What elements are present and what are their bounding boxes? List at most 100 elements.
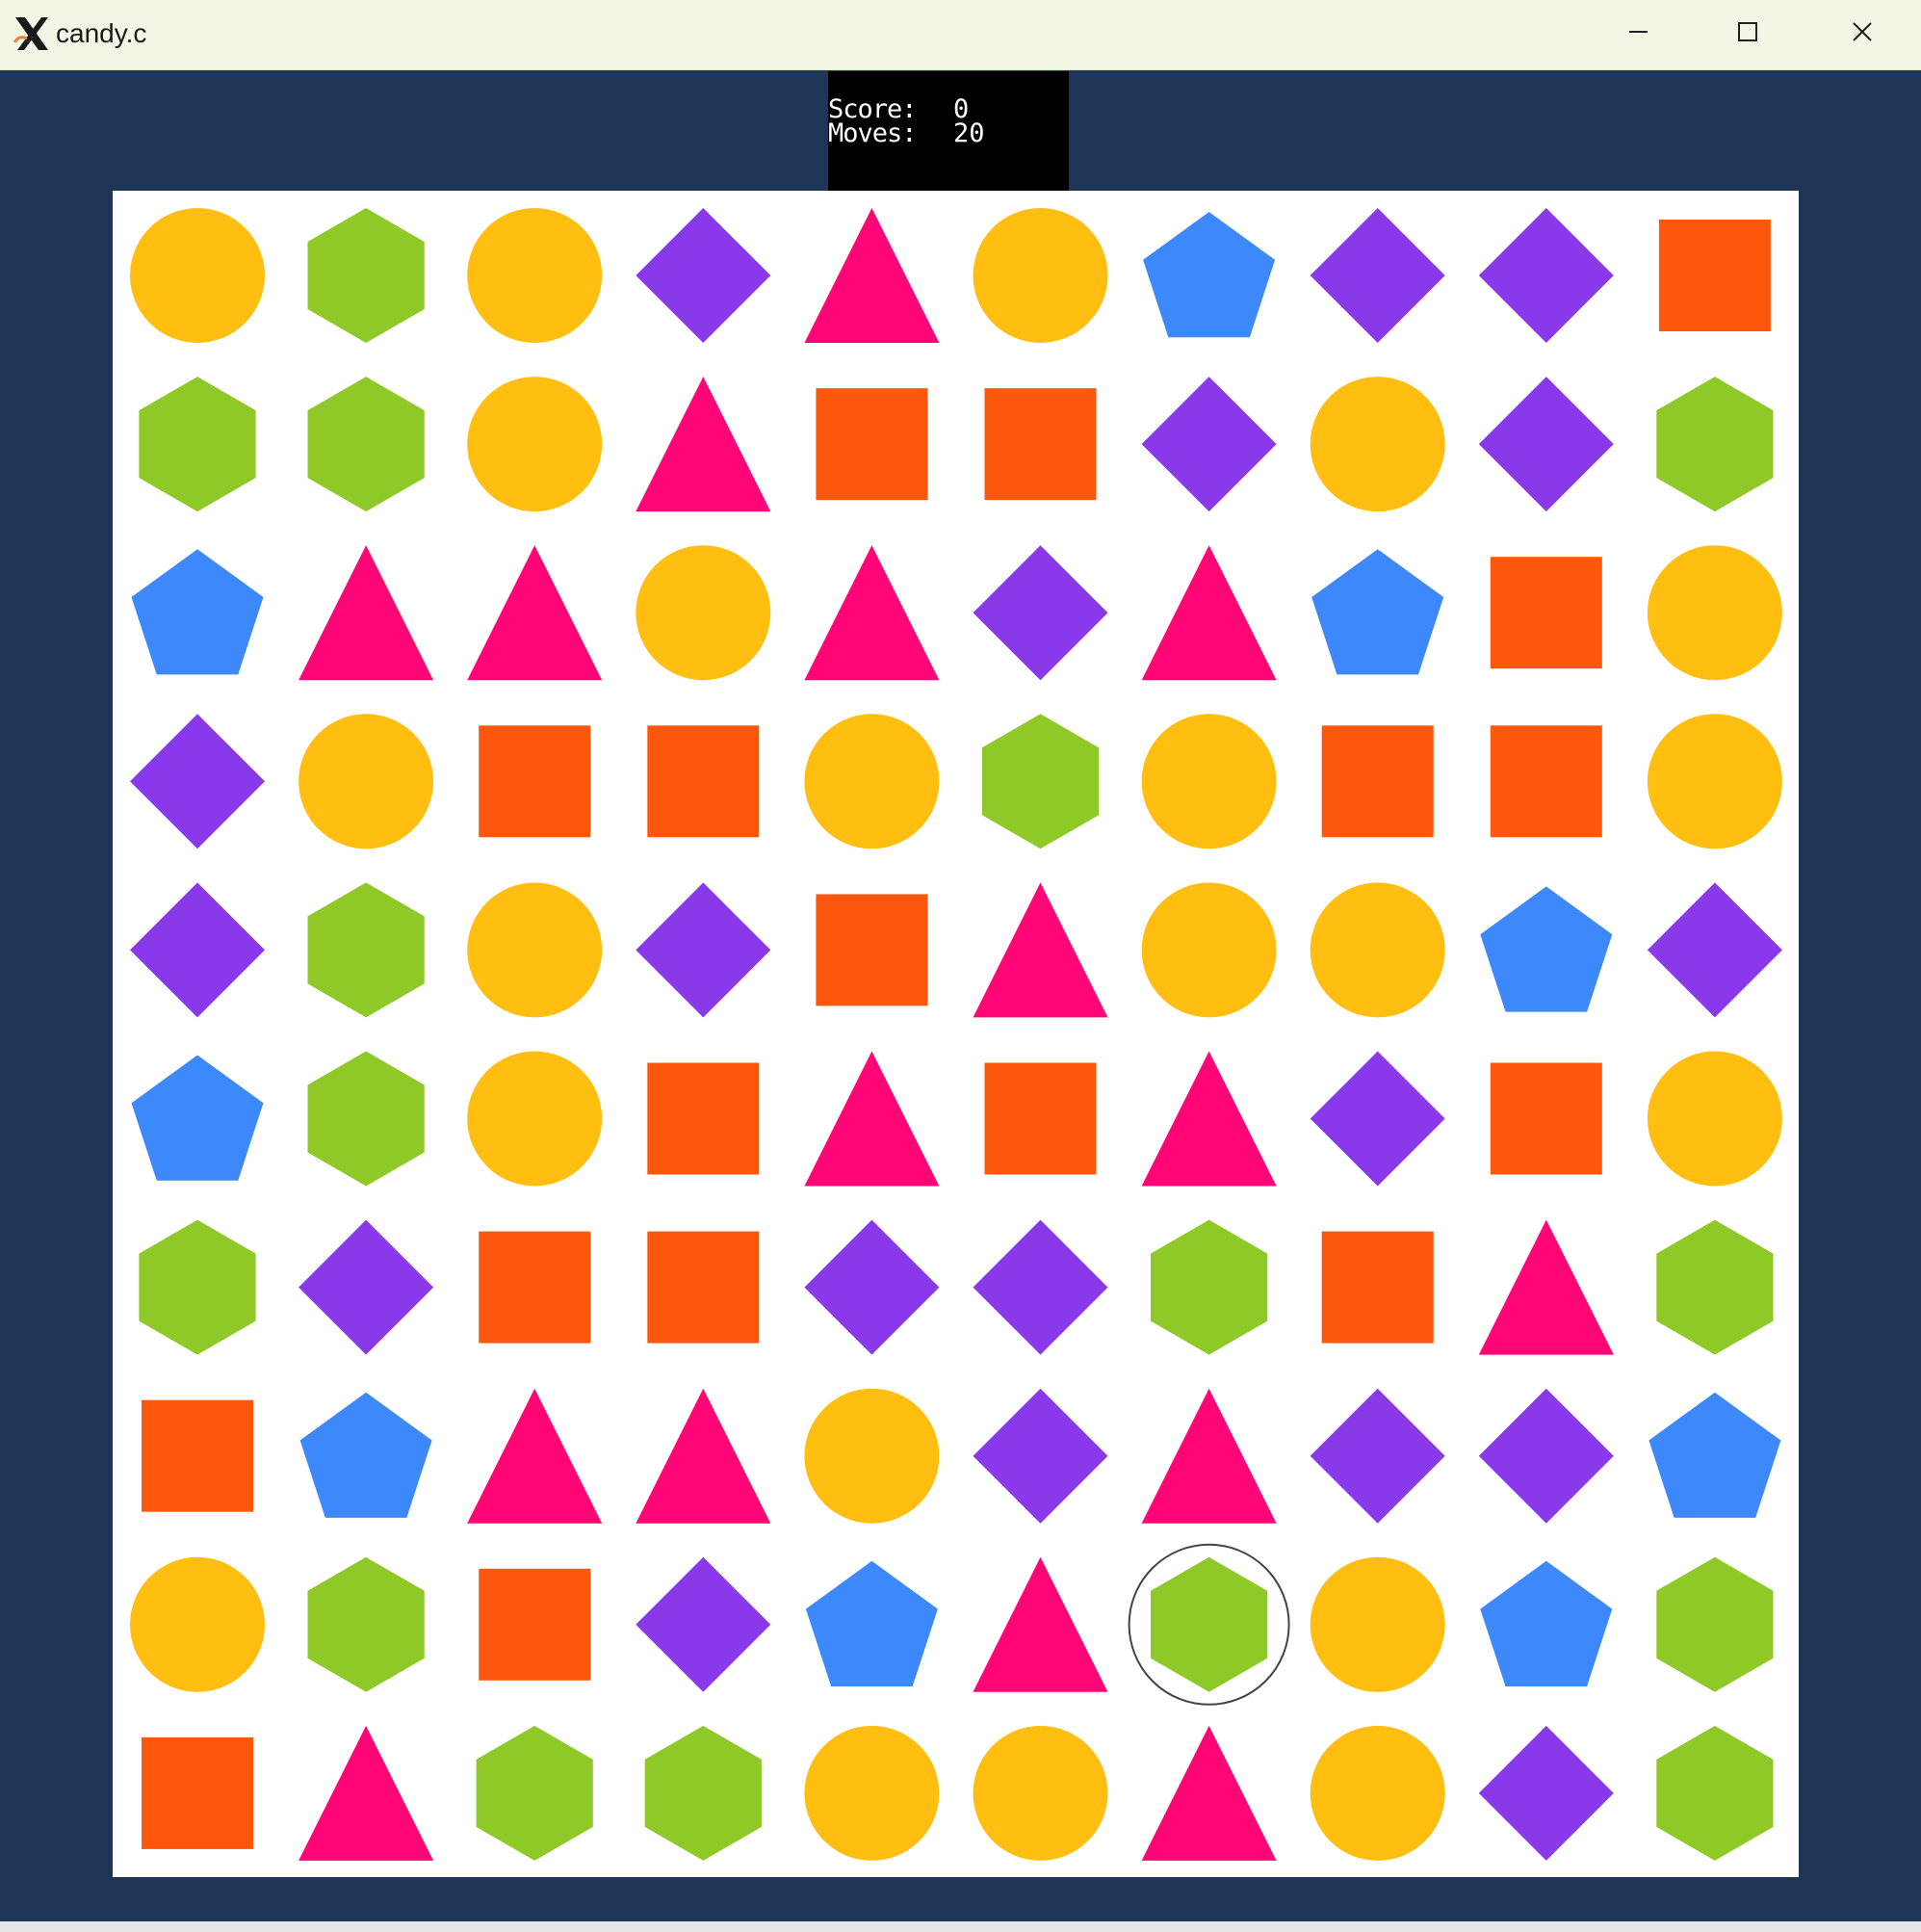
triangle-candy[interactable]: [973, 1556, 1108, 1692]
diamond-candy[interactable]: [1141, 377, 1277, 512]
square-candy[interactable]: [479, 1231, 591, 1344]
circle-candy[interactable]: [467, 1051, 603, 1187]
diamond-candy[interactable]: [1310, 1388, 1445, 1524]
hexagon-candy[interactable]: [1151, 1556, 1268, 1692]
diamond-candy[interactable]: [130, 882, 265, 1018]
square-candy[interactable]: [1490, 1062, 1602, 1175]
triangle-candy[interactable]: [1141, 1051, 1277, 1187]
diamond-candy[interactable]: [1310, 208, 1445, 343]
circle-candy[interactable]: [1647, 545, 1782, 681]
circle-candy[interactable]: [130, 208, 265, 343]
diamond-candy[interactable]: [1647, 882, 1782, 1018]
triangle-candy[interactable]: [1141, 1725, 1277, 1861]
triangle-candy[interactable]: [804, 208, 940, 343]
circle-candy[interactable]: [1310, 882, 1445, 1018]
title-bar[interactable]: candy.c: [0, 0, 1921, 70]
triangle-candy[interactable]: [804, 545, 940, 681]
circle-candy[interactable]: [1310, 1556, 1445, 1692]
circle-candy[interactable]: [1647, 714, 1782, 849]
circle-candy[interactable]: [467, 377, 603, 512]
diamond-candy[interactable]: [1478, 377, 1614, 512]
square-candy[interactable]: [984, 1062, 1097, 1175]
square-candy[interactable]: [1321, 725, 1434, 838]
circle-candy[interactable]: [973, 208, 1108, 343]
pentagon-candy[interactable]: [131, 1055, 264, 1181]
diamond-candy[interactable]: [636, 882, 771, 1018]
triangle-candy[interactable]: [299, 545, 434, 681]
hexagon-candy[interactable]: [307, 208, 425, 343]
circle-candy[interactable]: [804, 1725, 940, 1861]
square-candy[interactable]: [816, 894, 928, 1006]
close-button[interactable]: [1805, 8, 1911, 62]
board-canvas[interactable]: [113, 191, 1799, 1877]
diamond-candy[interactable]: [299, 1219, 434, 1355]
hexagon-candy[interactable]: [981, 714, 1100, 849]
square-candy[interactable]: [1321, 1231, 1434, 1344]
square-candy[interactable]: [479, 1568, 591, 1681]
hexagon-candy[interactable]: [139, 377, 256, 512]
hexagon-candy[interactable]: [1656, 1725, 1774, 1861]
circle-candy[interactable]: [130, 1556, 265, 1692]
diamond-candy[interactable]: [1478, 1725, 1614, 1861]
pentagon-candy[interactable]: [1311, 549, 1444, 675]
square-candy[interactable]: [1490, 725, 1602, 838]
pentagon-candy[interactable]: [1480, 1560, 1613, 1686]
diamond-candy[interactable]: [973, 1219, 1108, 1355]
circle-candy[interactable]: [1310, 1725, 1445, 1861]
circle-candy[interactable]: [973, 1725, 1108, 1861]
maximize-button[interactable]: [1695, 8, 1801, 62]
hexagon-candy[interactable]: [139, 1219, 256, 1355]
diamond-candy[interactable]: [636, 1556, 771, 1692]
hexagon-candy[interactable]: [307, 377, 425, 512]
diamond-candy[interactable]: [804, 1219, 940, 1355]
circle-candy[interactable]: [299, 714, 434, 849]
triangle-candy[interactable]: [467, 545, 603, 681]
diamond-candy[interactable]: [636, 208, 771, 343]
circle-candy[interactable]: [467, 208, 603, 343]
hexagon-candy[interactable]: [476, 1725, 593, 1861]
circle-candy[interactable]: [467, 882, 603, 1018]
game-board[interactable]: [113, 191, 1799, 1877]
hexagon-candy[interactable]: [1151, 1219, 1268, 1355]
hexagon-candy[interactable]: [644, 1725, 762, 1861]
diamond-candy[interactable]: [973, 545, 1108, 681]
circle-candy[interactable]: [1141, 882, 1277, 1018]
diamond-candy[interactable]: [973, 1388, 1108, 1524]
triangle-candy[interactable]: [973, 882, 1108, 1018]
hexagon-candy[interactable]: [307, 1556, 425, 1692]
triangle-candy[interactable]: [636, 377, 771, 512]
square-candy[interactable]: [647, 1231, 760, 1344]
triangle-candy[interactable]: [299, 1725, 434, 1861]
circle-candy[interactable]: [804, 1388, 940, 1524]
triangle-candy[interactable]: [467, 1388, 603, 1524]
triangle-candy[interactable]: [636, 1388, 771, 1524]
minimize-button[interactable]: [1584, 8, 1690, 62]
circle-candy[interactable]: [1310, 377, 1445, 512]
square-candy[interactable]: [1658, 220, 1771, 331]
hexagon-candy[interactable]: [307, 1051, 425, 1187]
diamond-candy[interactable]: [130, 714, 265, 849]
square-candy[interactable]: [1490, 557, 1602, 669]
hexagon-candy[interactable]: [1656, 377, 1774, 512]
square-candy[interactable]: [816, 388, 928, 501]
square-candy[interactable]: [142, 1736, 253, 1849]
square-candy[interactable]: [984, 388, 1097, 501]
diamond-candy[interactable]: [1478, 208, 1614, 343]
circle-candy[interactable]: [1141, 714, 1277, 849]
square-candy[interactable]: [647, 725, 760, 838]
pentagon-candy[interactable]: [131, 549, 264, 675]
triangle-candy[interactable]: [1478, 1219, 1614, 1355]
square-candy[interactable]: [479, 725, 591, 838]
circle-candy[interactable]: [804, 714, 940, 849]
hexagon-candy[interactable]: [1656, 1219, 1774, 1355]
diamond-candy[interactable]: [1310, 1051, 1445, 1187]
pentagon-candy[interactable]: [1648, 1392, 1781, 1518]
pentagon-candy[interactable]: [805, 1560, 938, 1686]
diamond-candy[interactable]: [1478, 1388, 1614, 1524]
triangle-candy[interactable]: [804, 1051, 940, 1187]
square-candy[interactable]: [647, 1062, 760, 1175]
hexagon-candy[interactable]: [1656, 1556, 1774, 1692]
circle-candy[interactable]: [636, 545, 771, 681]
triangle-candy[interactable]: [1141, 545, 1277, 681]
pentagon-candy[interactable]: [299, 1392, 432, 1518]
